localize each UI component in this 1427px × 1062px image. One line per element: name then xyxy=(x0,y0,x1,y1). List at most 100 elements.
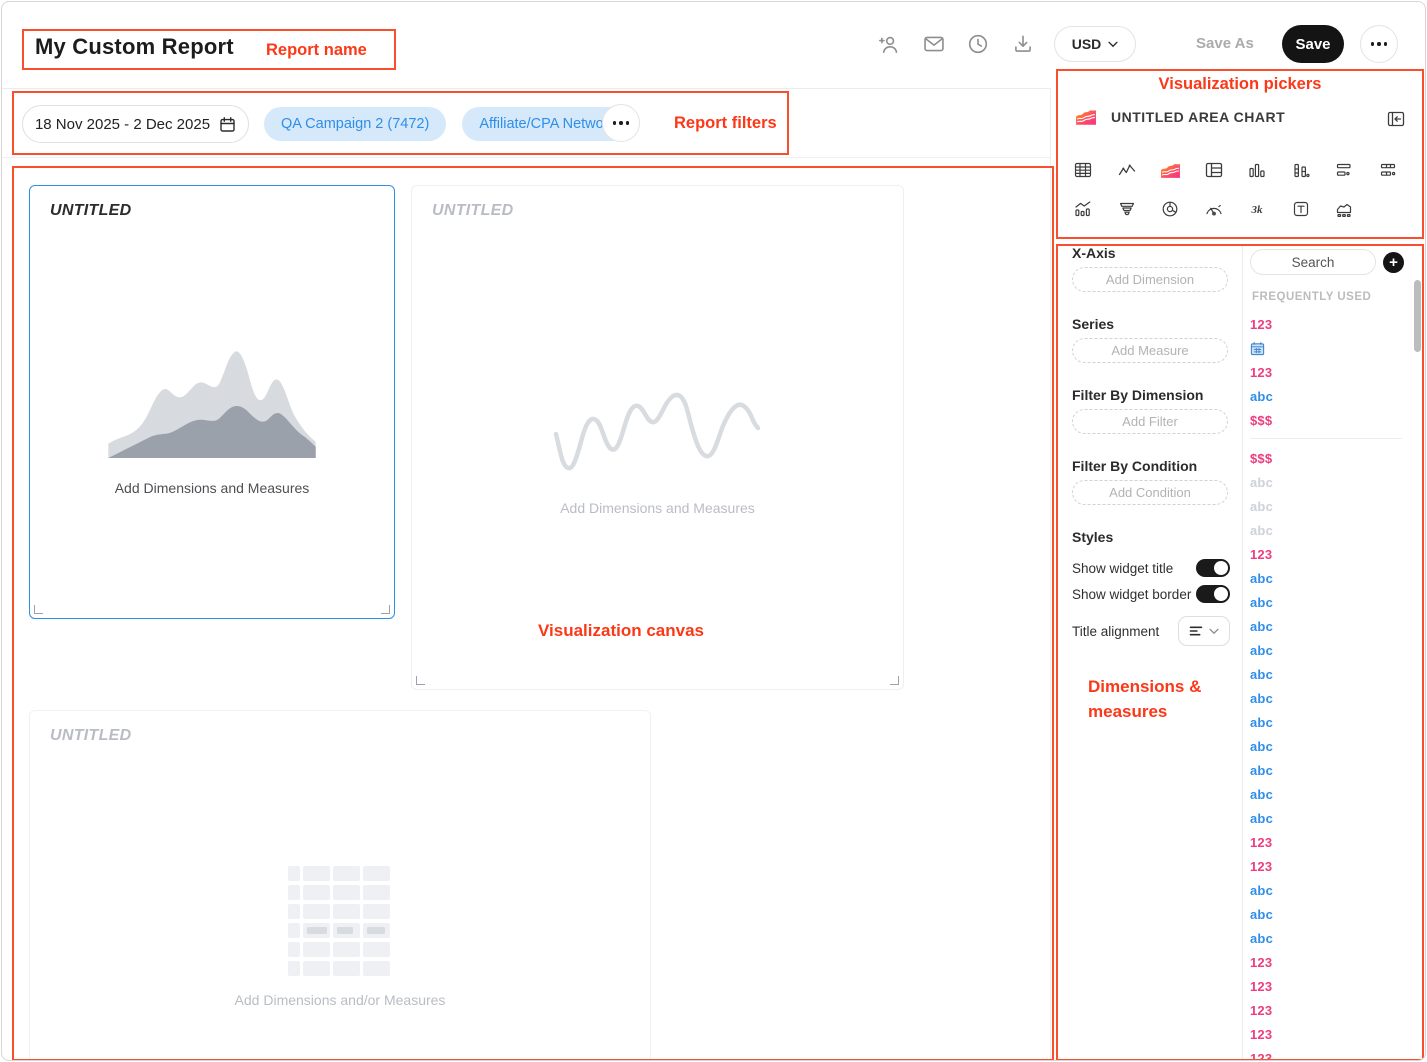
field-item[interactable]: abc xyxy=(1250,566,1416,590)
widget-placeholder-text: Add Dimensions and Measures xyxy=(560,500,755,516)
field-item[interactable]: 123 xyxy=(1250,998,1416,1022)
panel-divider xyxy=(1050,88,1051,1061)
field-item[interactable]: abc xyxy=(1250,782,1416,806)
field-item[interactable]: 123 xyxy=(1250,1022,1416,1046)
chart-type-horizontal-bar-chart[interactable] xyxy=(1333,159,1355,181)
toggle-switch[interactable] xyxy=(1196,585,1230,603)
config-add-button[interactable]: Add Filter xyxy=(1072,409,1228,434)
field-item[interactable]: abc xyxy=(1250,662,1416,686)
save-button[interactable]: Save xyxy=(1282,25,1344,63)
style-toggle-label: Show widget border xyxy=(1072,587,1191,602)
add-user-icon[interactable] xyxy=(877,32,901,56)
field-item[interactable]: $$$ xyxy=(1250,408,1416,432)
config-add-button[interactable]: Add Dimension xyxy=(1072,267,1228,292)
chart-type-gauge-chart[interactable] xyxy=(1203,198,1225,220)
annotation-visualization-pickers: Visualization pickers xyxy=(1056,75,1424,94)
chart-type-line-chart[interactable] xyxy=(1116,159,1138,181)
field-type-icon: abc xyxy=(1250,907,1279,922)
field-item[interactable]: abc xyxy=(1250,710,1416,734)
search-input[interactable] xyxy=(1250,249,1376,275)
field-item[interactable]: 123 xyxy=(1250,360,1416,384)
header-divider xyxy=(2,88,1050,89)
email-icon[interactable] xyxy=(922,32,946,56)
field-item[interactable]: abc xyxy=(1250,494,1416,518)
field-type-icon: abc xyxy=(1250,715,1279,730)
field-type-icon: abc xyxy=(1250,523,1279,538)
field-item[interactable]: abc xyxy=(1250,686,1416,710)
field-item[interactable]: 123 xyxy=(1250,542,1416,566)
field-item[interactable]: abc xyxy=(1250,734,1416,758)
field-item[interactable]: $$$ xyxy=(1250,446,1416,470)
config-add-button[interactable]: Add Measure xyxy=(1072,338,1228,363)
field-type-icon: abc xyxy=(1250,499,1279,514)
field-type-icon: 123 xyxy=(1250,1003,1279,1018)
field-item[interactable]: 123 xyxy=(1250,854,1416,878)
annotation-report-name: Report name xyxy=(266,41,367,60)
filter-chip-label: QA Campaign 2 (7472) xyxy=(281,116,429,132)
chart-type-scorecard[interactable]: 3k xyxy=(1246,198,1268,220)
field-item[interactable]: abc xyxy=(1250,384,1416,408)
field-item[interactable]: abc xyxy=(1250,470,1416,494)
widget-line-chart[interactable]: UNTITLED Add Dimensions and Measures xyxy=(411,185,904,690)
chart-type-table[interactable] xyxy=(1072,159,1094,181)
resize-handle[interactable] xyxy=(890,676,899,685)
field-item[interactable]: abc xyxy=(1250,638,1416,662)
save-as-button[interactable]: Save As xyxy=(1196,35,1254,52)
date-range-picker[interactable]: 18 Nov 2025 - 2 Dec 2025 xyxy=(22,105,249,143)
filter-chip[interactable]: QA Campaign 2 (7472) xyxy=(264,107,446,141)
field-item[interactable]: abc xyxy=(1250,590,1416,614)
chart-type-grid: 3k xyxy=(1072,159,1404,237)
field-item[interactable]: 123 xyxy=(1250,830,1416,854)
chart-type-funnel-chart[interactable] xyxy=(1116,198,1138,220)
page-title: My Custom Report xyxy=(35,34,234,60)
field-type-icon: abc xyxy=(1250,883,1279,898)
widget-placeholder-text: Add Dimensions and Measures xyxy=(115,480,310,496)
field-item[interactable] xyxy=(1250,336,1416,360)
field-item[interactable]: abc xyxy=(1250,878,1416,902)
add-field-button[interactable]: + xyxy=(1383,252,1404,273)
field-item[interactable]: abc xyxy=(1250,518,1416,542)
toggle-switch[interactable] xyxy=(1196,559,1230,577)
chart-type-bar-chart[interactable] xyxy=(1246,159,1268,181)
chart-type-horizontal-stacked-bar-chart[interactable] xyxy=(1377,159,1399,181)
download-icon[interactable] xyxy=(1011,32,1035,56)
field-item[interactable]: 123 xyxy=(1250,1046,1416,1061)
chart-type-text[interactable] xyxy=(1290,198,1312,220)
chart-type-stacked-bar-chart[interactable] xyxy=(1290,159,1312,181)
widget-area-chart[interactable]: UNTITLED Add Dimensions and Measures xyxy=(29,185,395,619)
resize-handle[interactable] xyxy=(416,676,425,685)
filters-more-button[interactable] xyxy=(602,104,640,142)
field-type-icon: abc xyxy=(1250,811,1279,826)
field-item[interactable]: abc xyxy=(1250,614,1416,638)
chart-type-combo-chart[interactable] xyxy=(1072,198,1094,220)
config-add-button[interactable]: Add Condition xyxy=(1072,480,1228,505)
resize-handle[interactable] xyxy=(381,605,390,614)
chart-type-donut-chart[interactable] xyxy=(1159,198,1181,220)
chart-type-area-chart[interactable] xyxy=(1159,159,1181,181)
field-item[interactable]: abc xyxy=(1250,806,1416,830)
currency-value: USD xyxy=(1072,36,1102,52)
config-section-label: Filter By Dimension xyxy=(1072,387,1230,403)
chart-type-pivot-table[interactable] xyxy=(1203,159,1225,181)
field-type-icon: abc xyxy=(1250,691,1279,706)
widget-table[interactable]: UNTITLED Add Dimensions and/or Measures xyxy=(29,710,651,1061)
style-toggle-row: Show widget border xyxy=(1072,581,1230,607)
style-toggles: Show widget title Show widget border xyxy=(1072,555,1230,607)
field-type-icon: abc xyxy=(1250,931,1279,946)
field-item[interactable]: 123 xyxy=(1250,950,1416,974)
field-item[interactable]: abc xyxy=(1250,926,1416,950)
collapse-panel-icon[interactable] xyxy=(1386,109,1406,134)
field-item[interactable]: 123 xyxy=(1250,974,1416,998)
currency-dropdown[interactable]: USD xyxy=(1054,26,1136,62)
schedule-icon[interactable] xyxy=(966,32,990,56)
title-alignment-dropdown[interactable] xyxy=(1178,616,1230,646)
header-more-button[interactable] xyxy=(1360,25,1398,63)
chart-type-map-chart[interactable] xyxy=(1333,198,1355,220)
fields-scrollbar-thumb[interactable] xyxy=(1414,280,1421,352)
field-item[interactable]: abc xyxy=(1250,902,1416,926)
resize-handle[interactable] xyxy=(34,605,43,614)
field-item[interactable]: 123 xyxy=(1250,312,1416,336)
table-placeholder xyxy=(288,866,392,978)
field-type-icon: $$$ xyxy=(1250,413,1279,428)
field-item[interactable]: abc xyxy=(1250,758,1416,782)
